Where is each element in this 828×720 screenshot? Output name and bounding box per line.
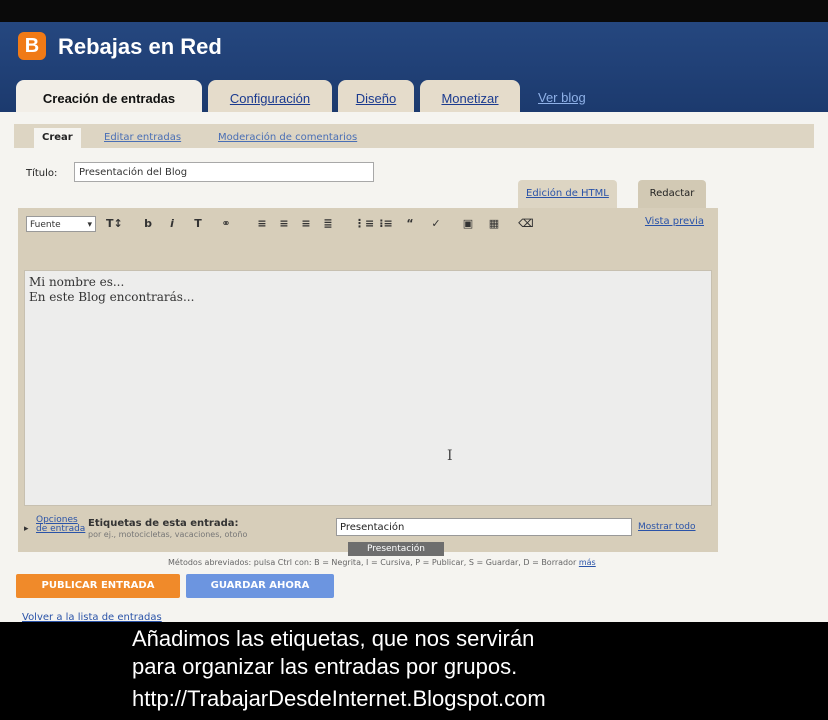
subtab-crear[interactable]: Crear xyxy=(34,128,81,148)
labels-input[interactable]: Presentación xyxy=(336,518,632,536)
blockquote-icon[interactable]: “ xyxy=(402,216,418,232)
subtab-editar-entradas[interactable]: Editar entradas xyxy=(96,128,189,148)
blogger-logo-icon[interactable]: B xyxy=(18,32,46,60)
tab-creacion-entradas[interactable]: Creación de entradas xyxy=(16,80,202,114)
preview-link[interactable]: Vista previa xyxy=(645,216,704,227)
align-right-icon[interactable]: ≡ xyxy=(298,216,314,232)
blog-name: Rebajas en Red xyxy=(58,34,222,59)
caption-line: Añadimos las etiquetas, que nos servirán xyxy=(132,626,535,651)
publish-button[interactable]: PUBLICAR ENTRADA xyxy=(16,574,180,598)
view-blog-link[interactable]: Ver blog xyxy=(538,90,586,105)
align-center-icon[interactable]: ≡ xyxy=(276,216,292,232)
link-icon[interactable]: ⚭ xyxy=(218,216,234,232)
tab-diseno[interactable]: Diseño xyxy=(338,80,414,112)
bold-icon[interactable]: b xyxy=(140,216,156,232)
tab-monetizar[interactable]: Monetizar xyxy=(420,80,520,112)
show-all-labels-link[interactable]: Mostrar todo xyxy=(638,522,696,532)
save-now-button[interactable]: GUARDAR AHORA xyxy=(186,574,334,598)
label-suggestion[interactable]: Presentación xyxy=(348,542,444,556)
tab-edit-html[interactable]: Edición de HTML xyxy=(518,180,617,208)
bullet-list-icon[interactable]: ⁝≡ xyxy=(378,216,394,232)
tab-compose[interactable]: Redactar xyxy=(638,180,706,208)
keyboard-shortcuts-hint: Métodos abreviados: pulsa Ctrl con: B = … xyxy=(168,558,596,567)
caption-line: para organizar las entradas por grupos. xyxy=(132,654,518,679)
video-top-bar xyxy=(0,0,828,22)
text-cursor-icon: I xyxy=(447,448,453,464)
tab-configuracion[interactable]: Configuración xyxy=(208,80,332,112)
post-options-link[interactable]: Opciones de entrada xyxy=(36,516,86,534)
shortcuts-more-link[interactable]: más xyxy=(579,558,596,567)
chevron-down-icon: ▾ xyxy=(87,220,92,230)
labels-title: Etiquetas de esta entrada: xyxy=(88,518,239,529)
title-input[interactable]: Presentación del Blog xyxy=(74,162,374,182)
justify-icon[interactable]: ≣ xyxy=(320,216,336,232)
align-left-icon[interactable]: ≡ xyxy=(254,216,270,232)
subtab-moderacion[interactable]: Moderación de comentarios xyxy=(210,128,365,148)
text-color-icon[interactable]: T xyxy=(190,216,206,232)
shortcuts-text: Métodos abreviados: pulsa Ctrl con: B = … xyxy=(168,558,577,567)
post-body-textarea[interactable]: Mi nombre es... En este Blog encontrarás… xyxy=(24,270,712,506)
post-editor-page: Crear Editar entradas Moderación de come… xyxy=(0,112,828,623)
remove-format-icon[interactable]: ⌫ xyxy=(518,216,534,232)
italic-icon[interactable]: i xyxy=(164,216,180,232)
caption-line: http://TrabajarDesdeInternet.Blogspot.co… xyxy=(132,686,546,711)
subtab-bar: Crear Editar entradas Moderación de come… xyxy=(14,124,814,148)
editor-panel: Fuente ▾ T↕ b i T ⚭ ≡ ≡ ≡ ≣ ⋮≡ ⁝≡ “ ✓ ▣ ▦… xyxy=(18,208,718,552)
video-icon[interactable]: ▦ xyxy=(486,216,502,232)
spellcheck-icon[interactable]: ✓ xyxy=(428,216,444,232)
expand-arrow-icon[interactable]: ▸ xyxy=(24,524,29,534)
labels-hint: por ej., motocicletas, vacaciones, otoño xyxy=(88,530,248,539)
image-icon[interactable]: ▣ xyxy=(460,216,476,232)
body-line: Mi nombre es... xyxy=(29,275,125,289)
body-line: En este Blog encontrarás... xyxy=(29,290,195,304)
title-label: Título: xyxy=(26,168,58,179)
font-size-icon[interactable]: T↕ xyxy=(106,216,123,232)
numbered-list-icon[interactable]: ⋮≡ xyxy=(354,216,374,232)
video-caption: Añadimos las etiquetas, que nos servirán… xyxy=(0,622,828,720)
font-select[interactable]: Fuente ▾ xyxy=(26,216,96,232)
editor-toolbar: Fuente ▾ T↕ b i T ⚭ ≡ ≡ ≡ ≣ ⋮≡ ⁝≡ “ ✓ ▣ ▦… xyxy=(18,208,718,244)
